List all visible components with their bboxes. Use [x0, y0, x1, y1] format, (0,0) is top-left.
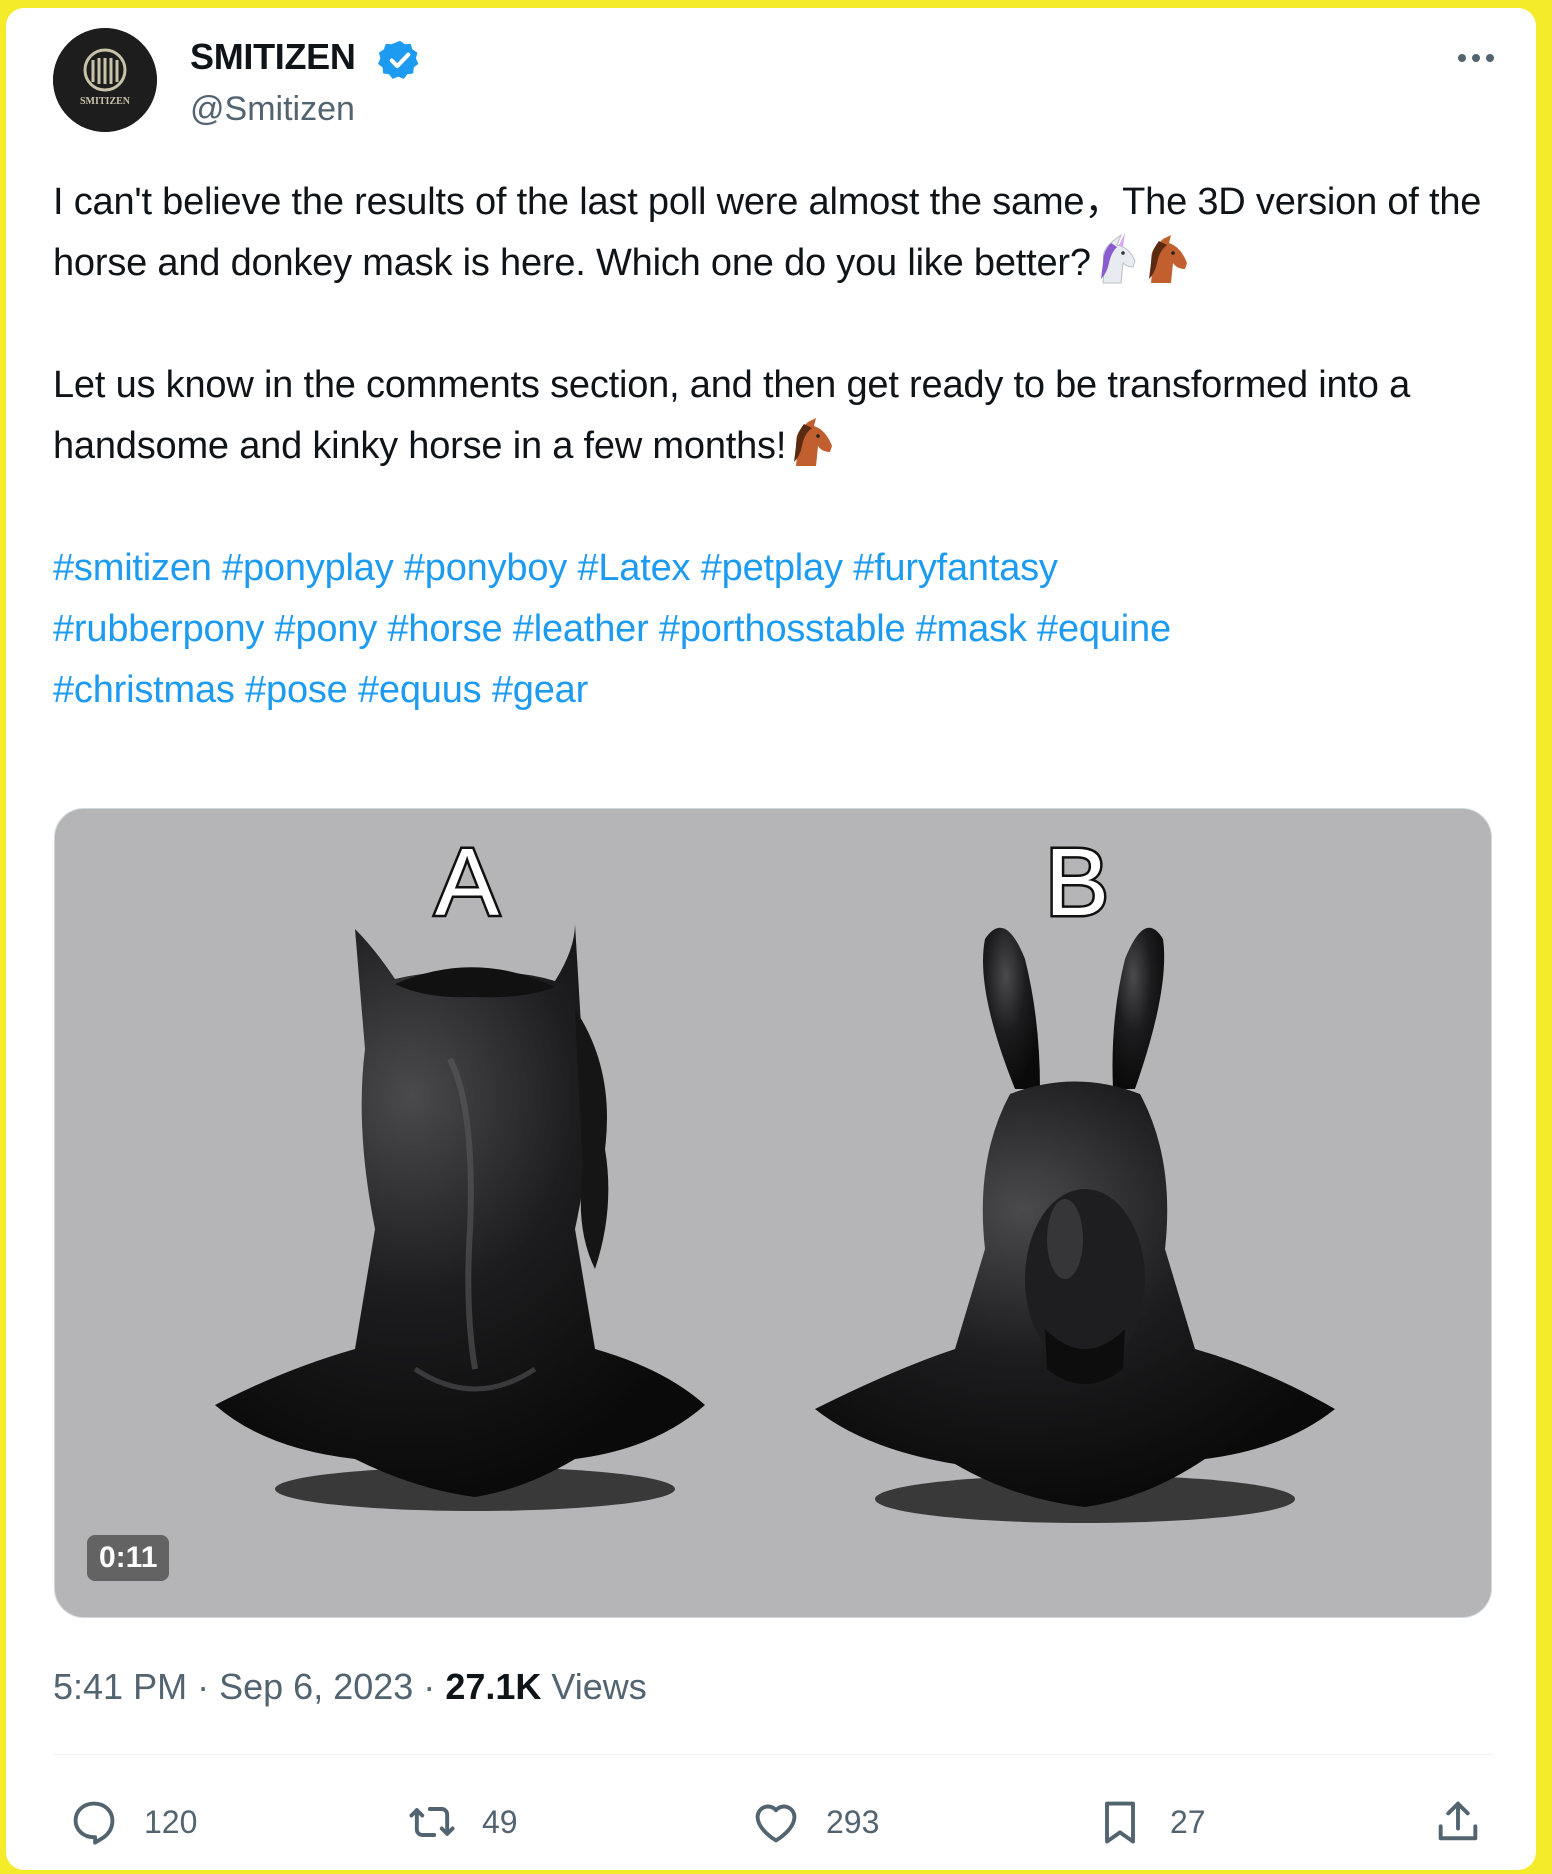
mask-comparison-image: A B [55, 809, 1491, 1617]
hashtag-link[interactable]: #christmas [53, 669, 235, 711]
hashtag-link[interactable]: #gear [492, 669, 588, 711]
post-text: I can't believe the results of the last … [53, 172, 1493, 721]
separator-dot: · [423, 1666, 436, 1707]
like-button[interactable]: 293 [750, 1794, 879, 1850]
hashtag-link[interactable]: #pose [245, 669, 348, 711]
hashtag-link[interactable]: #mask [916, 608, 1027, 650]
views-count: 27.1K [445, 1666, 542, 1707]
post-date[interactable]: Sep 6, 2023 [219, 1666, 413, 1707]
more-dots-icon [1458, 54, 1494, 62]
post-card: SMITIZEN SMITIZEN @Smitizen I can't beli… [6, 8, 1536, 1870]
page-frame: SMITIZEN SMITIZEN @Smitizen I can't beli… [6, 8, 1536, 1870]
bookmark-icon [1105, 1801, 1135, 1844]
hashtag-link[interactable]: #porthosstable [659, 608, 906, 650]
hashtag-link[interactable]: #Latex [577, 547, 690, 589]
hashtag-link[interactable]: #equus [358, 669, 482, 711]
author-name[interactable]: SMITIZEN [190, 36, 356, 78]
more-options-button[interactable] [1446, 38, 1506, 78]
video-duration-badge: 0:11 [87, 1535, 170, 1581]
unicorn-icon [1100, 233, 1136, 284]
hashtag-link[interactable]: #ponyplay [222, 547, 394, 589]
repost-icon [409, 1807, 455, 1837]
author-handle[interactable]: @Smitizen [190, 90, 355, 129]
horse-icon [1148, 235, 1187, 283]
option-b-label: B [1045, 829, 1109, 936]
hashtag-link[interactable]: #petplay [701, 547, 843, 589]
horse-icon [794, 418, 833, 466]
video-player[interactable]: A B 0:11 [54, 808, 1492, 1618]
hashtag-link[interactable]: #pony [275, 608, 378, 650]
share-button[interactable] [1432, 1794, 1484, 1850]
repost-button[interactable]: 49 [406, 1794, 518, 1850]
avatar[interactable]: SMITIZEN [53, 28, 157, 132]
share-icon [1438, 1801, 1478, 1841]
hashtag-link[interactable]: #furyfantasy [853, 547, 1058, 589]
post-paragraph-1: I can't believe the results of the last … [53, 172, 1493, 294]
like-count: 293 [826, 1803, 880, 1840]
option-a-label: A [435, 829, 499, 936]
post-metadata: 5:41 PM · Sep 6, 2023 · 27.1K Views [53, 1666, 647, 1708]
smitizen-logo-icon: SMITIZEN [53, 28, 157, 132]
divider [53, 1754, 1493, 1755]
repost-count: 49 [482, 1803, 518, 1840]
reply-button[interactable]: 120 [68, 1794, 197, 1850]
svg-text:SMITIZEN: SMITIZEN [80, 96, 131, 107]
reply-icon [73, 1801, 115, 1845]
hashtag-link[interactable]: #rubberpony [53, 608, 264, 650]
views-label: Views [551, 1666, 647, 1707]
post-time[interactable]: 5:41 PM [53, 1666, 187, 1707]
verified-badge-icon [378, 40, 419, 79]
bookmark-button[interactable]: 27 [1094, 1794, 1206, 1850]
hashtag-link[interactable]: #horse [387, 608, 502, 650]
heart-icon [755, 1804, 797, 1843]
reply-count: 120 [144, 1803, 198, 1840]
hashtag-link[interactable]: #smitizen [53, 547, 212, 589]
hashtag-link[interactable]: #ponyboy [404, 547, 567, 589]
post-paragraph-2: Let us know in the comments section, and… [53, 355, 1493, 477]
hashtag-link[interactable]: #leather [513, 608, 649, 650]
paragraph-2-text: Let us know in the comments section, and… [53, 364, 1421, 467]
hashtag-list: #smitizen #ponyplay #ponyboy #Latex #pet… [53, 538, 1493, 721]
separator-dot: · [197, 1666, 210, 1707]
bookmark-count: 27 [1170, 1803, 1206, 1840]
paragraph-1-text: I can't believe the results of the last … [53, 181, 1492, 284]
hashtag-link[interactable]: #equine [1037, 608, 1171, 650]
